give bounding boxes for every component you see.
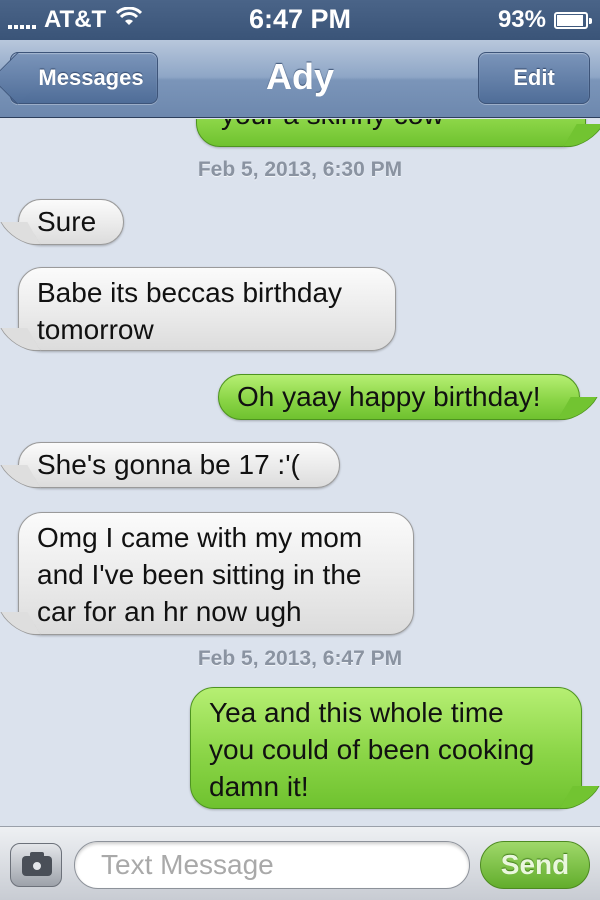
messages-screen: AT&T 6:47 PM 93% Messages Ady Edit Feb 5… — [0, 0, 600, 900]
compose-bar: Send — [0, 826, 600, 900]
camera-icon-lens — [30, 859, 44, 873]
message-bubble-outgoing[interactable]: Oh yaay happy birthday! — [218, 374, 580, 420]
message-list[interactable]: your a skinny cow Feb 5, 2013, 6:30 PM S… — [0, 119, 600, 826]
status-bar: AT&T 6:47 PM 93% — [0, 0, 600, 40]
message-text: Babe its beccas birthday tomorrow — [37, 277, 343, 345]
timestamp: Feb 5, 2013, 6:47 PM — [197, 647, 403, 670]
message-text: She's gonna be 17 :'( — [37, 449, 300, 480]
message-bubble-incoming[interactable]: She's gonna be 17 :'( — [18, 442, 340, 488]
battery-fill — [557, 14, 584, 26]
battery-icon — [554, 11, 592, 29]
message-text: your a skinny cow — [215, 119, 567, 133]
message-text: Oh yaay happy birthday! — [237, 381, 541, 412]
message-input[interactable] — [74, 841, 470, 889]
nav-bar: Messages Ady Edit — [0, 40, 600, 118]
message-bubble-outgoing[interactable]: your a skinny cow — [196, 119, 586, 147]
timestamp: Feb 5, 2013, 6:30 PM — [197, 158, 403, 181]
send-button[interactable]: Send — [480, 841, 590, 889]
message-text: Omg I came with my mom and I've been sit… — [37, 522, 363, 627]
edit-button[interactable]: Edit — [478, 52, 590, 104]
message-bubble-incoming[interactable]: Sure — [18, 199, 124, 245]
battery-group: 93% — [497, 6, 592, 34]
message-text: Sure — [37, 206, 97, 237]
battery-percent: 93% — [497, 6, 546, 33]
message-bubble-incoming[interactable]: Babe its beccas birthday tomorrow — [18, 267, 396, 351]
message-text: Yea and this whole time you could of bee… — [209, 697, 535, 802]
camera-button[interactable] — [10, 843, 62, 887]
message-bubble-outgoing[interactable]: Yea and this whole time you could of bee… — [190, 687, 582, 809]
message-bubble-incoming[interactable]: Omg I came with my mom and I've been sit… — [18, 512, 414, 635]
